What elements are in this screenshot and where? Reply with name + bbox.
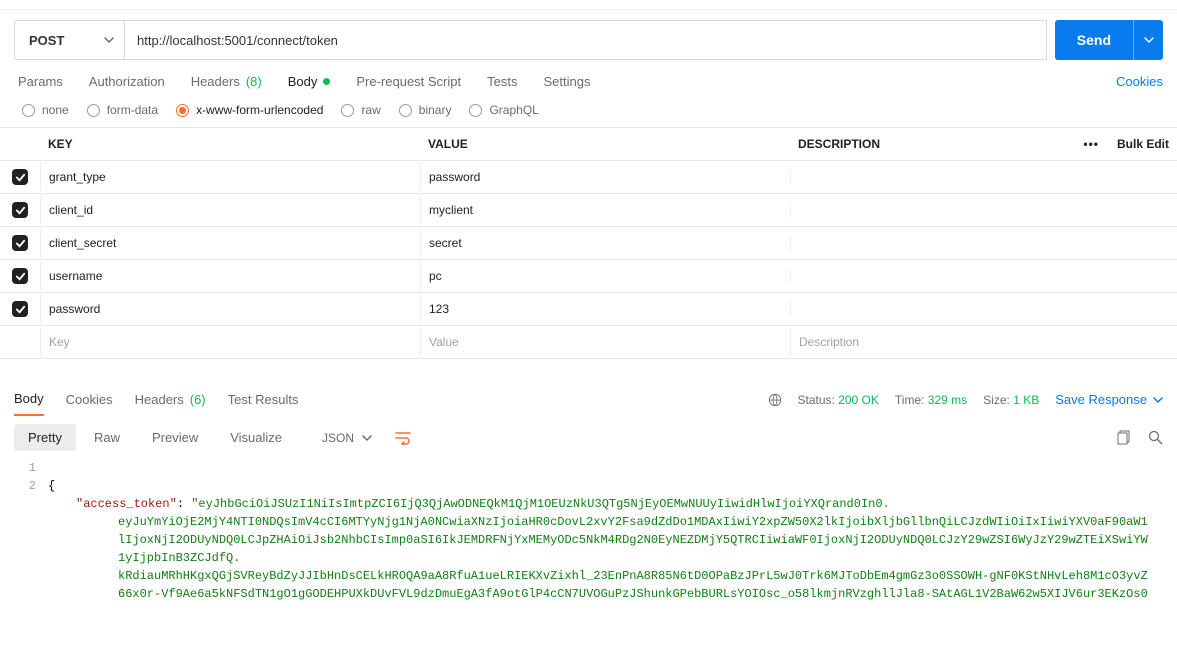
chevron-down-icon — [104, 35, 114, 45]
view-pretty-button[interactable]: Pretty — [14, 424, 76, 451]
body-type-xwww[interactable]: x-www-form-urlencoded — [176, 103, 323, 117]
kv-row: client_secret secret — [0, 227, 1177, 260]
kv-value-placeholder[interactable]: Value — [420, 328, 790, 356]
kv-value-cell[interactable]: myclient — [420, 196, 790, 224]
body-type-formdata[interactable]: form-data — [87, 103, 158, 117]
kv-desc-cell[interactable] — [790, 236, 1177, 250]
time-value: 329 ms — [928, 393, 967, 407]
send-more-button[interactable] — [1133, 20, 1163, 60]
response-body[interactable]: 12 { "access_token": "eyJhbGciOiJSUzI1Ni… — [0, 459, 1177, 651]
code-content: { "access_token": "eyJhbGciOiJSUzI1NiIsI… — [48, 459, 1177, 639]
globe-icon[interactable] — [768, 393, 782, 407]
http-method-value: POST — [29, 33, 64, 48]
tab-body[interactable]: Body — [288, 70, 331, 93]
tab-settings[interactable]: Settings — [543, 70, 590, 93]
row-checkbox[interactable] — [12, 235, 28, 251]
search-icon[interactable] — [1148, 430, 1163, 445]
size-label: Size: 1 KB — [983, 393, 1039, 407]
radio-icon — [399, 104, 412, 117]
status-label: Status: 200 OK — [798, 393, 879, 407]
row-checkbox[interactable] — [12, 301, 28, 317]
kv-desc-cell[interactable] — [790, 302, 1177, 316]
resp-tab-tests[interactable]: Test Results — [228, 383, 299, 416]
kv-value-cell[interactable]: 123 — [420, 295, 790, 323]
more-options-icon[interactable]: ••• — [1079, 137, 1103, 151]
http-method-select[interactable]: POST — [14, 20, 124, 60]
kv-desc-cell[interactable] — [790, 203, 1177, 217]
kv-value-cell[interactable]: password — [420, 163, 790, 191]
size-value: 1 KB — [1013, 393, 1039, 407]
tab-prerequest[interactable]: Pre-request Script — [356, 70, 461, 93]
kv-key-cell[interactable]: grant_type — [40, 163, 420, 191]
send-button[interactable]: Send — [1055, 20, 1133, 60]
radio-icon — [87, 104, 100, 117]
tab-headers[interactable]: Headers (8) — [191, 70, 262, 93]
body-type-graphql[interactable]: GraphQL — [469, 103, 538, 117]
row-checkbox[interactable] — [12, 169, 28, 185]
response-format-select[interactable]: JSON — [312, 425, 382, 451]
bulk-edit-button[interactable]: Bulk Edit — [1117, 137, 1169, 151]
body-active-dot-icon — [323, 78, 330, 85]
kv-header-desc: DESCRIPTION — [798, 137, 880, 151]
kv-header-key: KEY — [40, 128, 420, 160]
cookies-link[interactable]: Cookies — [1116, 74, 1163, 89]
kv-key-cell[interactable]: client_id — [40, 196, 420, 224]
body-type-binary[interactable]: binary — [399, 103, 452, 117]
radio-icon — [341, 104, 354, 117]
kv-row: grant_type password — [0, 161, 1177, 194]
kv-header-row: KEY VALUE DESCRIPTION ••• Bulk Edit — [0, 128, 1177, 161]
body-type-none[interactable]: none — [22, 103, 69, 117]
kv-key-cell[interactable]: client_secret — [40, 229, 420, 257]
copy-icon[interactable] — [1117, 430, 1132, 445]
headers-count-badge: (8) — [246, 74, 262, 89]
status-value: 200 OK — [838, 393, 879, 407]
view-raw-button[interactable]: Raw — [80, 424, 134, 451]
wrap-lines-icon[interactable] — [394, 431, 412, 445]
resp-headers-count: (6) — [190, 392, 206, 407]
kv-row: username pc — [0, 260, 1177, 293]
kv-value-cell[interactable]: pc — [420, 262, 790, 290]
view-visualize-button[interactable]: Visualize — [216, 424, 296, 451]
kv-key-placeholder[interactable]: Key — [40, 328, 420, 356]
radio-icon — [22, 104, 35, 117]
body-type-raw[interactable]: raw — [341, 103, 380, 117]
time-label: Time: 329 ms — [895, 393, 967, 407]
resp-tab-cookies[interactable]: Cookies — [66, 383, 113, 416]
radio-icon — [176, 104, 189, 117]
body-kv-table: KEY VALUE DESCRIPTION ••• Bulk Edit gran… — [0, 127, 1177, 359]
radio-icon — [469, 104, 482, 117]
tab-params[interactable]: Params — [18, 70, 63, 93]
resp-tab-headers[interactable]: Headers (6) — [135, 383, 206, 416]
kv-key-cell[interactable]: username — [40, 262, 420, 290]
kv-key-cell[interactable]: password — [40, 295, 420, 323]
kv-desc-placeholder[interactable]: Description — [790, 328, 1177, 356]
kv-header-value: VALUE — [420, 128, 790, 160]
tab-tests[interactable]: Tests — [487, 70, 517, 93]
kv-value-cell[interactable]: secret — [420, 229, 790, 257]
resp-tab-body[interactable]: Body — [14, 383, 44, 416]
line-gutter: 12 — [0, 459, 48, 639]
kv-row: client_id myclient — [0, 194, 1177, 227]
row-checkbox[interactable] — [12, 202, 28, 218]
url-input[interactable] — [124, 20, 1047, 60]
kv-row: password 123 — [0, 293, 1177, 326]
kv-row-new[interactable]: Key Value Description — [0, 326, 1177, 359]
view-preview-button[interactable]: Preview — [138, 424, 212, 451]
save-response-button[interactable]: Save Response — [1055, 392, 1163, 407]
row-checkbox[interactable] — [12, 268, 28, 284]
tab-authorization[interactable]: Authorization — [89, 70, 165, 93]
kv-desc-cell[interactable] — [790, 269, 1177, 283]
kv-desc-cell[interactable] — [790, 170, 1177, 184]
